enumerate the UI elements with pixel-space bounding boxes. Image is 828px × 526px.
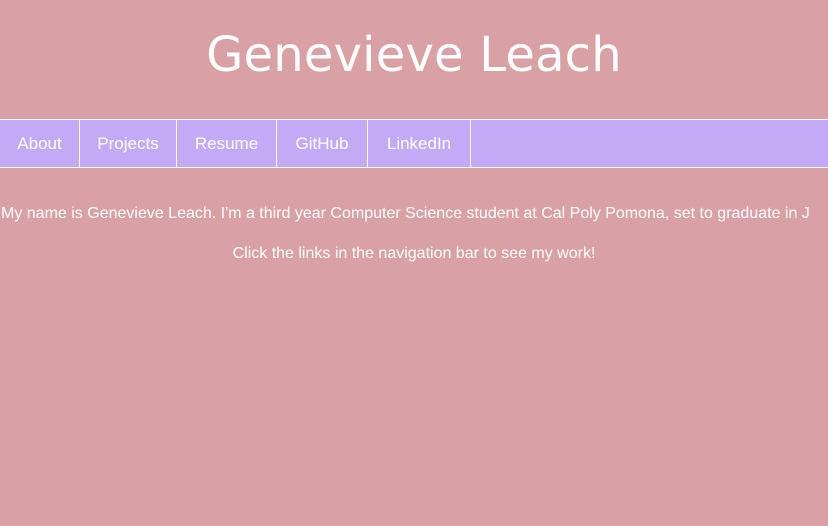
page-title: Genevieve Leach	[206, 27, 622, 83]
navigation-bar: About Projects Resume GitHub LinkedIn	[0, 119, 828, 168]
main-content: My name is Genevieve Leach. I'm a third …	[0, 168, 828, 526]
intro-paragraph: My name is Genevieve Leach. I'm a third …	[1, 205, 810, 222]
nav-link-github[interactable]: GitHub	[277, 120, 368, 167]
nav-link-about[interactable]: About	[0, 120, 80, 167]
site-header: Genevieve Leach	[0, 0, 828, 118]
nav-link-resume[interactable]: Resume	[177, 120, 277, 167]
navigation-hint: Click the links in the navigation bar to…	[232, 245, 596, 262]
nav-link-projects[interactable]: Projects	[80, 120, 177, 167]
nav-link-linkedin[interactable]: LinkedIn	[368, 120, 471, 167]
